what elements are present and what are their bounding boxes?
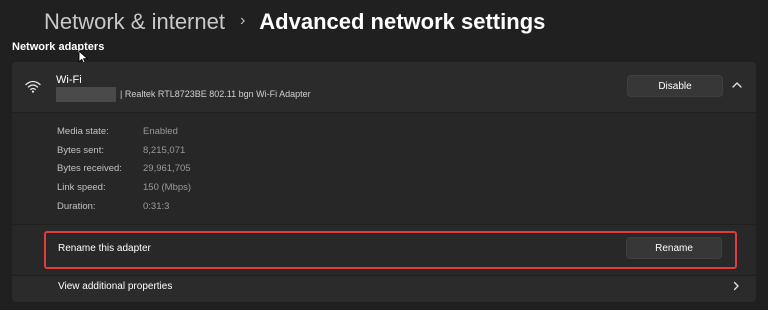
- duration-label: Duration:: [57, 201, 96, 212]
- link-speed-label: Link speed:: [57, 182, 106, 193]
- adapter-header[interactable]: Wi-Fi | Realtek RTL8723BE 802.11 bgn Wi-…: [12, 62, 756, 112]
- breadcrumb-separator: ›: [239, 12, 246, 29]
- bytes-sent-value: 8,215,071: [143, 145, 186, 156]
- page-title: Advanced network settings: [259, 9, 546, 34]
- section-title: Network adapters: [12, 41, 105, 53]
- wifi-icon: [25, 80, 41, 93]
- disable-button[interactable]: Disable: [627, 75, 723, 97]
- rename-label: Rename this adapter: [58, 243, 151, 254]
- bytes-received-value: 29,961,705: [143, 163, 191, 174]
- media-state-value: Enabled: [143, 126, 178, 137]
- media-state-label: Media state:: [57, 126, 109, 137]
- bytes-received-label: Bytes received:: [57, 163, 122, 174]
- bytes-sent-label: Bytes sent:: [57, 145, 104, 156]
- rename-button[interactable]: Rename: [626, 237, 722, 259]
- adapter-name: Wi-Fi: [56, 74, 82, 86]
- link-speed-value: 150 (Mbps): [143, 182, 192, 193]
- settings-window: Network & internet › Advanced network se…: [0, 0, 768, 310]
- chevron-up-icon[interactable]: [731, 79, 743, 91]
- duration-value: 0:31:3: [143, 201, 170, 212]
- redacted-block: [56, 87, 116, 102]
- adapter-details: [12, 113, 756, 224]
- adapter-description: | Realtek RTL8723BE 802.11 bgn Wi-Fi Ada…: [120, 89, 311, 99]
- view-properties-label: View additional properties: [58, 281, 173, 292]
- breadcrumb-parent-link[interactable]: Network & internet: [44, 9, 225, 35]
- breadcrumb: Network & internet › Advanced network se…: [44, 6, 545, 38]
- chevron-right-icon: [733, 281, 739, 291]
